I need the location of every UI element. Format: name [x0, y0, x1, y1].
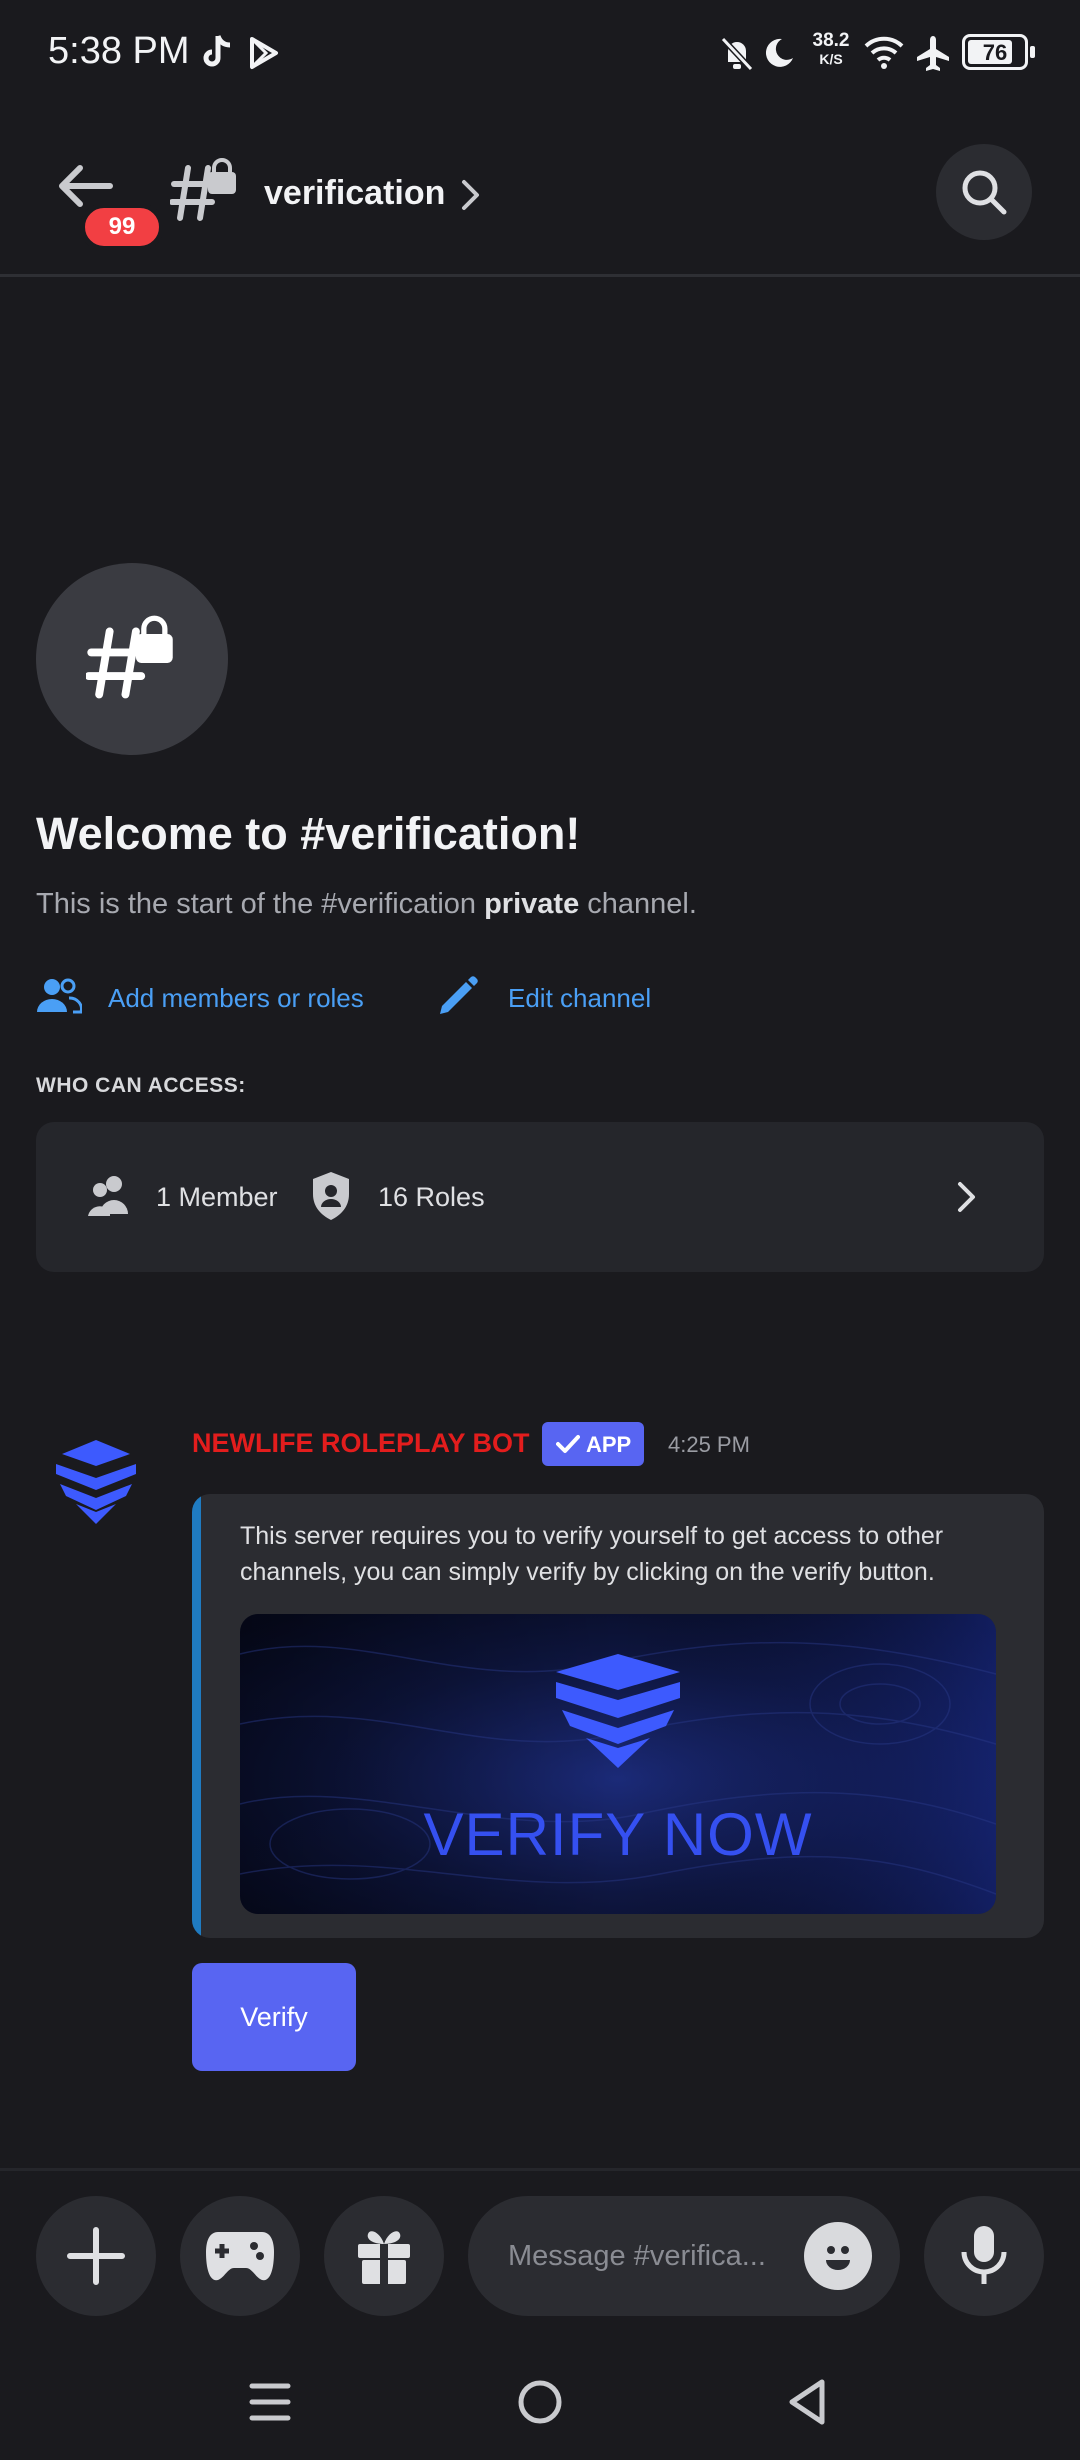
message-author[interactable]: NEWLIFE ROLEPLAY BOT	[192, 1428, 530, 1459]
members-icon	[86, 1174, 132, 1218]
network-speed: 38.2 K/S	[808, 30, 854, 68]
smiley-icon	[818, 2236, 858, 2276]
embed-image-text: VERIFY NOW	[423, 1801, 813, 1868]
welcome-title: Welcome to #verification!	[36, 808, 581, 859]
app-tag: APP	[542, 1422, 644, 1466]
search-icon	[960, 168, 1008, 216]
check-icon	[556, 1434, 580, 1454]
moon-icon	[762, 36, 796, 70]
airplane-icon	[914, 34, 952, 72]
play-store-icon	[248, 36, 280, 70]
unread-badge: 99	[80, 203, 164, 251]
welcome-subtitle: This is the start of the #verification p…	[36, 888, 697, 921]
message-input-field[interactable]	[506, 2230, 800, 2282]
add-members-icon	[36, 976, 82, 1018]
battery-level: 76	[982, 40, 1008, 65]
welcome-subtitle-pre: This is the start of the #verification	[36, 888, 485, 920]
access-card[interactable]: 1 Member 16 Roles	[36, 1122, 1044, 1272]
bell-muted-icon	[720, 36, 754, 72]
voice-button[interactable]	[924, 2196, 1044, 2316]
verify-button[interactable]: Verify	[192, 1963, 356, 2071]
embed-description: This server requires you to verify yours…	[240, 1522, 944, 1586]
system-nav-bar	[0, 2340, 1080, 2460]
activities-button[interactable]	[180, 2196, 300, 2316]
channel-header	[0, 110, 1080, 277]
status-time: 5:38 PM	[48, 30, 190, 72]
gamepad-icon	[204, 2228, 276, 2284]
welcome-subtitle-bold: private	[484, 888, 580, 920]
role-count: 16 Roles	[378, 1182, 485, 1212]
pencil-icon	[436, 974, 480, 1018]
message-input[interactable]	[468, 2196, 900, 2316]
emoji-button[interactable]	[804, 2222, 872, 2290]
gift-icon	[354, 2226, 414, 2286]
plus-icon	[66, 2226, 126, 2286]
app-tag-label: APP	[586, 1432, 632, 1457]
tiktok-icon	[200, 34, 234, 72]
bot-avatar[interactable]	[48, 1432, 144, 1528]
message-timestamp: 4:25 PM	[668, 1432, 750, 1457]
welcome-subtitle-post: channel.	[579, 888, 697, 920]
microphone-icon	[960, 2224, 1008, 2288]
wifi-icon	[864, 34, 904, 70]
private-channel-icon	[86, 613, 178, 705]
who-can-access-heading: WHO CAN ACCESS:	[36, 1074, 246, 1097]
menu-icon[interactable]	[248, 2382, 292, 2422]
member-count: 1 Member	[156, 1182, 278, 1212]
private-channel-icon	[170, 156, 240, 226]
back-nav-icon[interactable]	[786, 2378, 830, 2426]
embed-accent-bar	[192, 1494, 201, 1938]
chevron-right-icon	[956, 1180, 978, 1214]
channel-title[interactable]: verification	[264, 174, 445, 213]
gift-button[interactable]	[324, 2196, 444, 2316]
channel-avatar	[36, 563, 228, 755]
search-button[interactable]	[936, 144, 1032, 240]
network-speed-value: 38.2	[812, 30, 850, 51]
battery-icon: 76	[962, 34, 1035, 70]
shield-icon	[310, 1170, 352, 1222]
home-icon[interactable]	[516, 2378, 564, 2426]
chevron-right-icon[interactable]	[460, 178, 482, 212]
attach-button[interactable]	[36, 2196, 156, 2316]
embed-image[interactable]: VERIFY NOW	[240, 1614, 996, 1914]
message-embed: This server requires you to verify yours…	[192, 1494, 1044, 1938]
edit-channel-label: Edit channel	[508, 983, 652, 1013]
network-speed-unit: K/S	[819, 51, 843, 67]
status-bar: 5:38 PM 38.2 K/S 76	[0, 0, 1080, 110]
add-members-label: Add members or roles	[108, 983, 364, 1013]
